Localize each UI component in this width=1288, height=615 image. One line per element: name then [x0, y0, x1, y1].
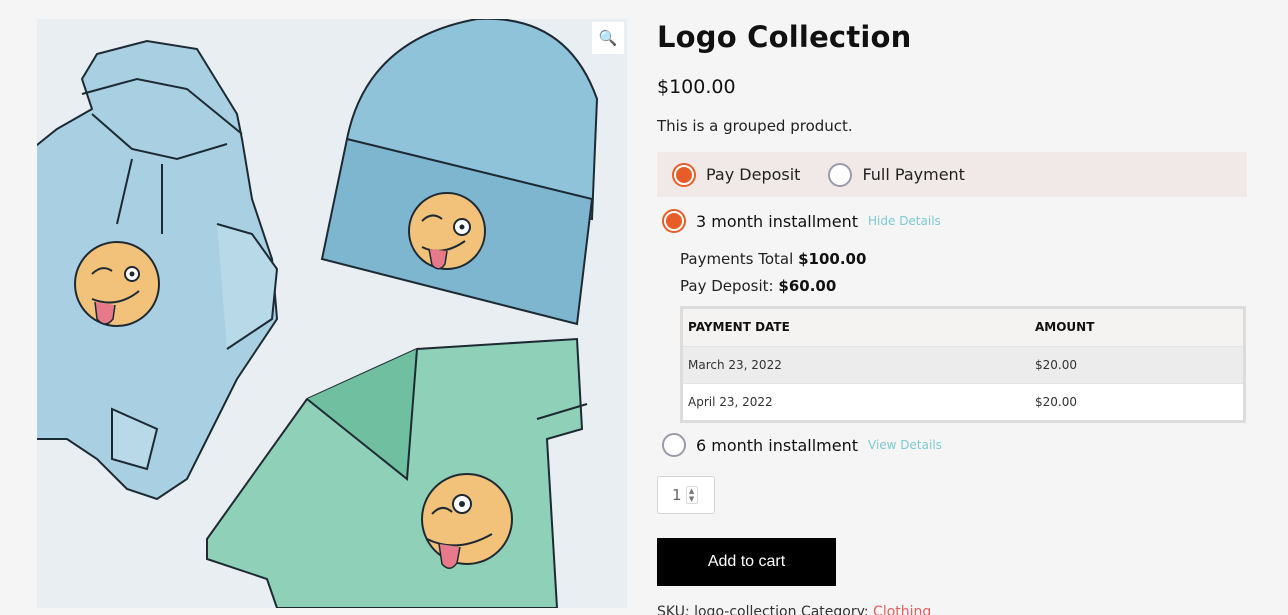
- increment-icon[interactable]: ▲: [689, 487, 694, 495]
- payment-type-selector: Pay Deposit Full Payment: [657, 152, 1247, 197]
- pay-deposit-amount: Pay Deposit: $60.00: [680, 277, 836, 295]
- table-row: April 23, 2022 $20.00: [683, 382, 1243, 420]
- amount-cell: $20.00: [1030, 345, 1243, 383]
- plan-label: 6 month installment: [696, 435, 859, 455]
- full-payment-radio[interactable]: [828, 162, 853, 187]
- column-header-payment-date: PAYMENT DATE: [683, 309, 1030, 346]
- category-link[interactable]: Clothing: [873, 604, 931, 615]
- pay-deposit-label: Pay Deposit: [706, 165, 801, 184]
- payments-total-value: $100.00: [798, 250, 867, 268]
- pay-deposit-amount-value: $60.00: [778, 277, 837, 295]
- product-meta: SKU: logo-collection Category: Clothing: [657, 604, 931, 615]
- plan-option-3-month[interactable]: 3 month installment Hide Details: [662, 209, 941, 233]
- full-payment-label: Full Payment: [862, 165, 965, 184]
- view-details-link[interactable]: View Details: [868, 438, 942, 452]
- product-short-description: This is a grouped product.: [657, 117, 853, 135]
- quantity-stepper[interactable]: 1 ▲ ▼: [657, 476, 715, 514]
- quantity-value: 1: [672, 486, 682, 504]
- product-price: $100.00: [657, 76, 736, 98]
- product-title: Logo Collection: [657, 20, 912, 54]
- column-header-amount: AMOUNT: [1030, 309, 1243, 346]
- plan-6-month-radio[interactable]: [662, 433, 686, 457]
- sku-text: SKU: logo-collection Category:: [657, 604, 874, 615]
- payments-total-label: Payments Total: [680, 250, 794, 268]
- full-payment-option[interactable]: Full Payment: [828, 162, 965, 187]
- plan-option-6-month[interactable]: 6 month installment View Details: [662, 433, 942, 457]
- zoom-button[interactable]: 🔍: [592, 22, 624, 54]
- pay-deposit-radio[interactable]: [672, 162, 696, 187]
- payment-date-cell: April 23, 2022: [683, 382, 1030, 420]
- payments-total: Payments Total $100.00: [680, 250, 866, 268]
- payment-date-cell: March 23, 2022: [683, 345, 1030, 383]
- decrement-icon[interactable]: ▼: [689, 495, 694, 503]
- payment-schedule-table: PAYMENT DATE AMOUNT March 23, 2022 $20.0…: [680, 306, 1246, 423]
- plan-3-month-radio[interactable]: [662, 209, 686, 233]
- table-row: March 23, 2022 $20.00: [683, 345, 1243, 383]
- hide-details-link[interactable]: Hide Details: [868, 214, 941, 228]
- amount-cell: $20.00: [1030, 382, 1243, 420]
- plan-label: 3 month installment: [696, 211, 859, 231]
- table-header-row: PAYMENT DATE AMOUNT: [683, 309, 1243, 346]
- stepper-arrows[interactable]: ▲ ▼: [685, 486, 698, 504]
- add-to-cart-button[interactable]: Add to cart: [657, 538, 836, 586]
- product-image: [37, 19, 627, 608]
- pay-deposit-amount-label: Pay Deposit:: [680, 277, 774, 295]
- magnifier-icon: 🔍: [598, 29, 618, 47]
- pay-deposit-option[interactable]: Pay Deposit: [672, 162, 801, 187]
- product-gallery[interactable]: [37, 19, 627, 608]
